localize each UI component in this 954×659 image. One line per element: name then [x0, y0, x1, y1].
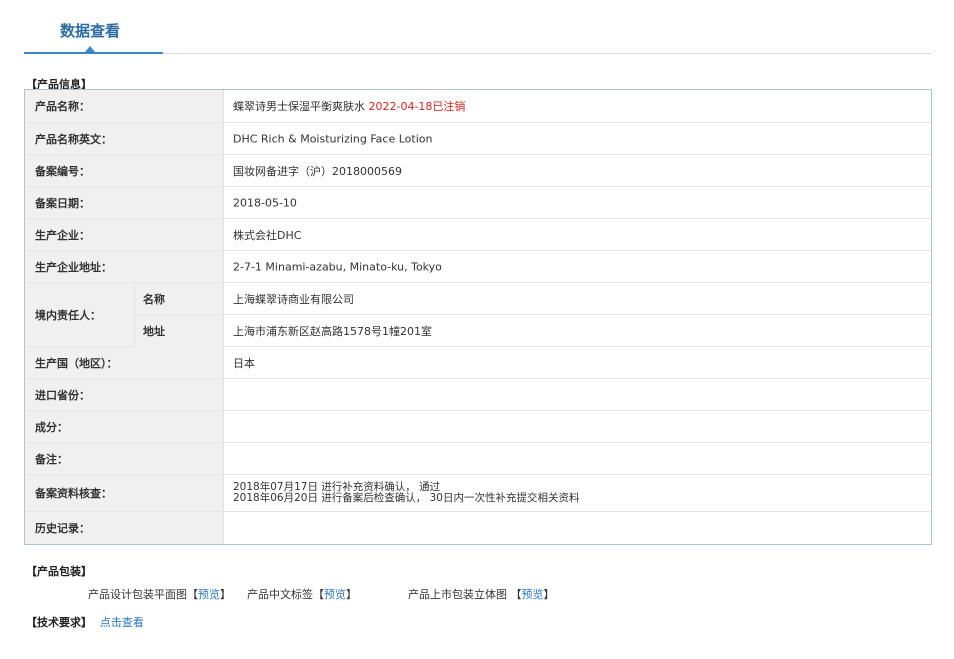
domestic-name-label: 名称 [143, 292, 165, 306]
domestic-name-value: 上海蝶翠诗商业有限公司 [233, 293, 354, 306]
tab-bar: 数据查看 [24, 0, 932, 54]
packaging-3d-preview-link[interactable]: 预览 [522, 588, 544, 601]
product-name-en-value: DHC Rich & Moisturizing Face Lotion [233, 132, 433, 145]
tech-title-label: 【技术要求】 [26, 616, 92, 629]
row-manufacturer-address: 生产企业地址： 2-7-1 Minami-azabu, Minato-ku, T… [25, 251, 931, 283]
packaging-title: 【产品包装】 [26, 565, 92, 578]
row-product-name: 产品名称： 蝶翠诗男士保湿平衡爽肤水 2022-04-18已注销 [25, 90, 931, 123]
product-name-label: 产品名称： [35, 100, 90, 113]
packaging-flat-label: 产品设计包装平面图 [88, 588, 187, 601]
row-country: 生产国（地区）： 日本 [25, 347, 931, 379]
review-value: 2018年07月17日 进行补充资料确认， 通过 2018年06月20日 进行备… [233, 482, 579, 504]
record-date-label: 备案日期： [35, 196, 90, 210]
review-line-2: 2018年06月20日 进行备案后检查确认， 30日内一次性补充提交相关资料 [233, 492, 580, 504]
packaging-item-label: 产品中文标签【预览】 [247, 588, 357, 601]
row-history: 历史记录： [25, 512, 931, 544]
packaging-label-label: 产品中文标签 [247, 588, 313, 601]
manufacturer-label: 生产企业： [35, 228, 90, 242]
manufacturer-address-label: 生产企业地址： [35, 260, 112, 274]
packaging-label-preview-link[interactable]: 预览 [324, 588, 346, 601]
tech-view-link[interactable]: 点击查看 [100, 616, 144, 629]
packaging-flat-preview-link[interactable]: 预览 [198, 588, 220, 601]
history-label: 历史记录： [35, 522, 90, 535]
domestic-responsible-label: 境内责任人： [35, 308, 101, 322]
row-review: 备案资料核查： 2018年07月17日 进行补充资料确认， 通过 2018年06… [25, 475, 931, 512]
domestic-address-label: 地址 [143, 325, 165, 338]
record-date-value: 2018-05-10 [233, 196, 297, 209]
row-remarks: 备注： [25, 443, 931, 475]
import-province-label: 进口省份： [35, 388, 90, 402]
row-record-date: 备案日期： 2018-05-10 [25, 187, 931, 219]
row-record-no: 备案编号： 国妆网备进字（沪）2018000569 [25, 155, 931, 187]
packaging-item-flat: 产品设计包装平面图【预览】 [88, 588, 231, 601]
packaging-item-3d: 产品上市包装立体图 【预览】 [408, 588, 555, 601]
tab-data-view[interactable]: 数据查看 [24, 0, 163, 54]
row-domestic-responsible: 境内责任人： 名称 地址 上海蝶翠诗商业有限公司 上海市浦东新区赵高路1578号… [25, 283, 931, 347]
row-manufacturer: 生产企业： 株式会社DHC [25, 219, 931, 251]
product-name-en-label: 产品名称英文： [35, 132, 112, 146]
tab-data-view-label: 数据查看 [60, 22, 121, 40]
tech-title: 【技术要求】 点击查看 [26, 614, 144, 630]
domestic-address-value: 上海市浦东新区赵高路1578号1幢201室 [233, 325, 432, 338]
record-no-label: 备案编号： [35, 164, 90, 178]
manufacturer-address-value: 2-7-1 Minami-azabu, Minato-ku, Tokyo [233, 260, 442, 273]
remarks-label: 备注： [35, 452, 68, 466]
row-import-province: 进口省份： [25, 379, 931, 411]
country-label: 生产国（地区）： [35, 356, 118, 370]
record-no-value: 国妆网备进字（沪）2018000569 [233, 164, 402, 178]
caret-up-icon [85, 46, 95, 52]
packaging-3d-label: 产品上市包装立体图 [408, 588, 507, 601]
country-value: 日本 [233, 356, 255, 370]
product-status-badge: 2022-04-18已注销 [368, 100, 466, 113]
row-ingredients: 成分： [25, 411, 931, 443]
ingredients-label: 成分： [35, 420, 68, 434]
product-info-table: 产品名称： 蝶翠诗男士保湿平衡爽肤水 2022-04-18已注销 产品名称英文：… [24, 89, 932, 545]
product-name-value: 蝶翠诗男士保湿平衡爽肤水 [233, 100, 365, 113]
manufacturer-value: 株式会社DHC [233, 228, 302, 242]
row-product-name-en: 产品名称英文： DHC Rich & Moisturizing Face Lot… [25, 123, 931, 155]
review-label: 备案资料核查： [35, 487, 112, 500]
